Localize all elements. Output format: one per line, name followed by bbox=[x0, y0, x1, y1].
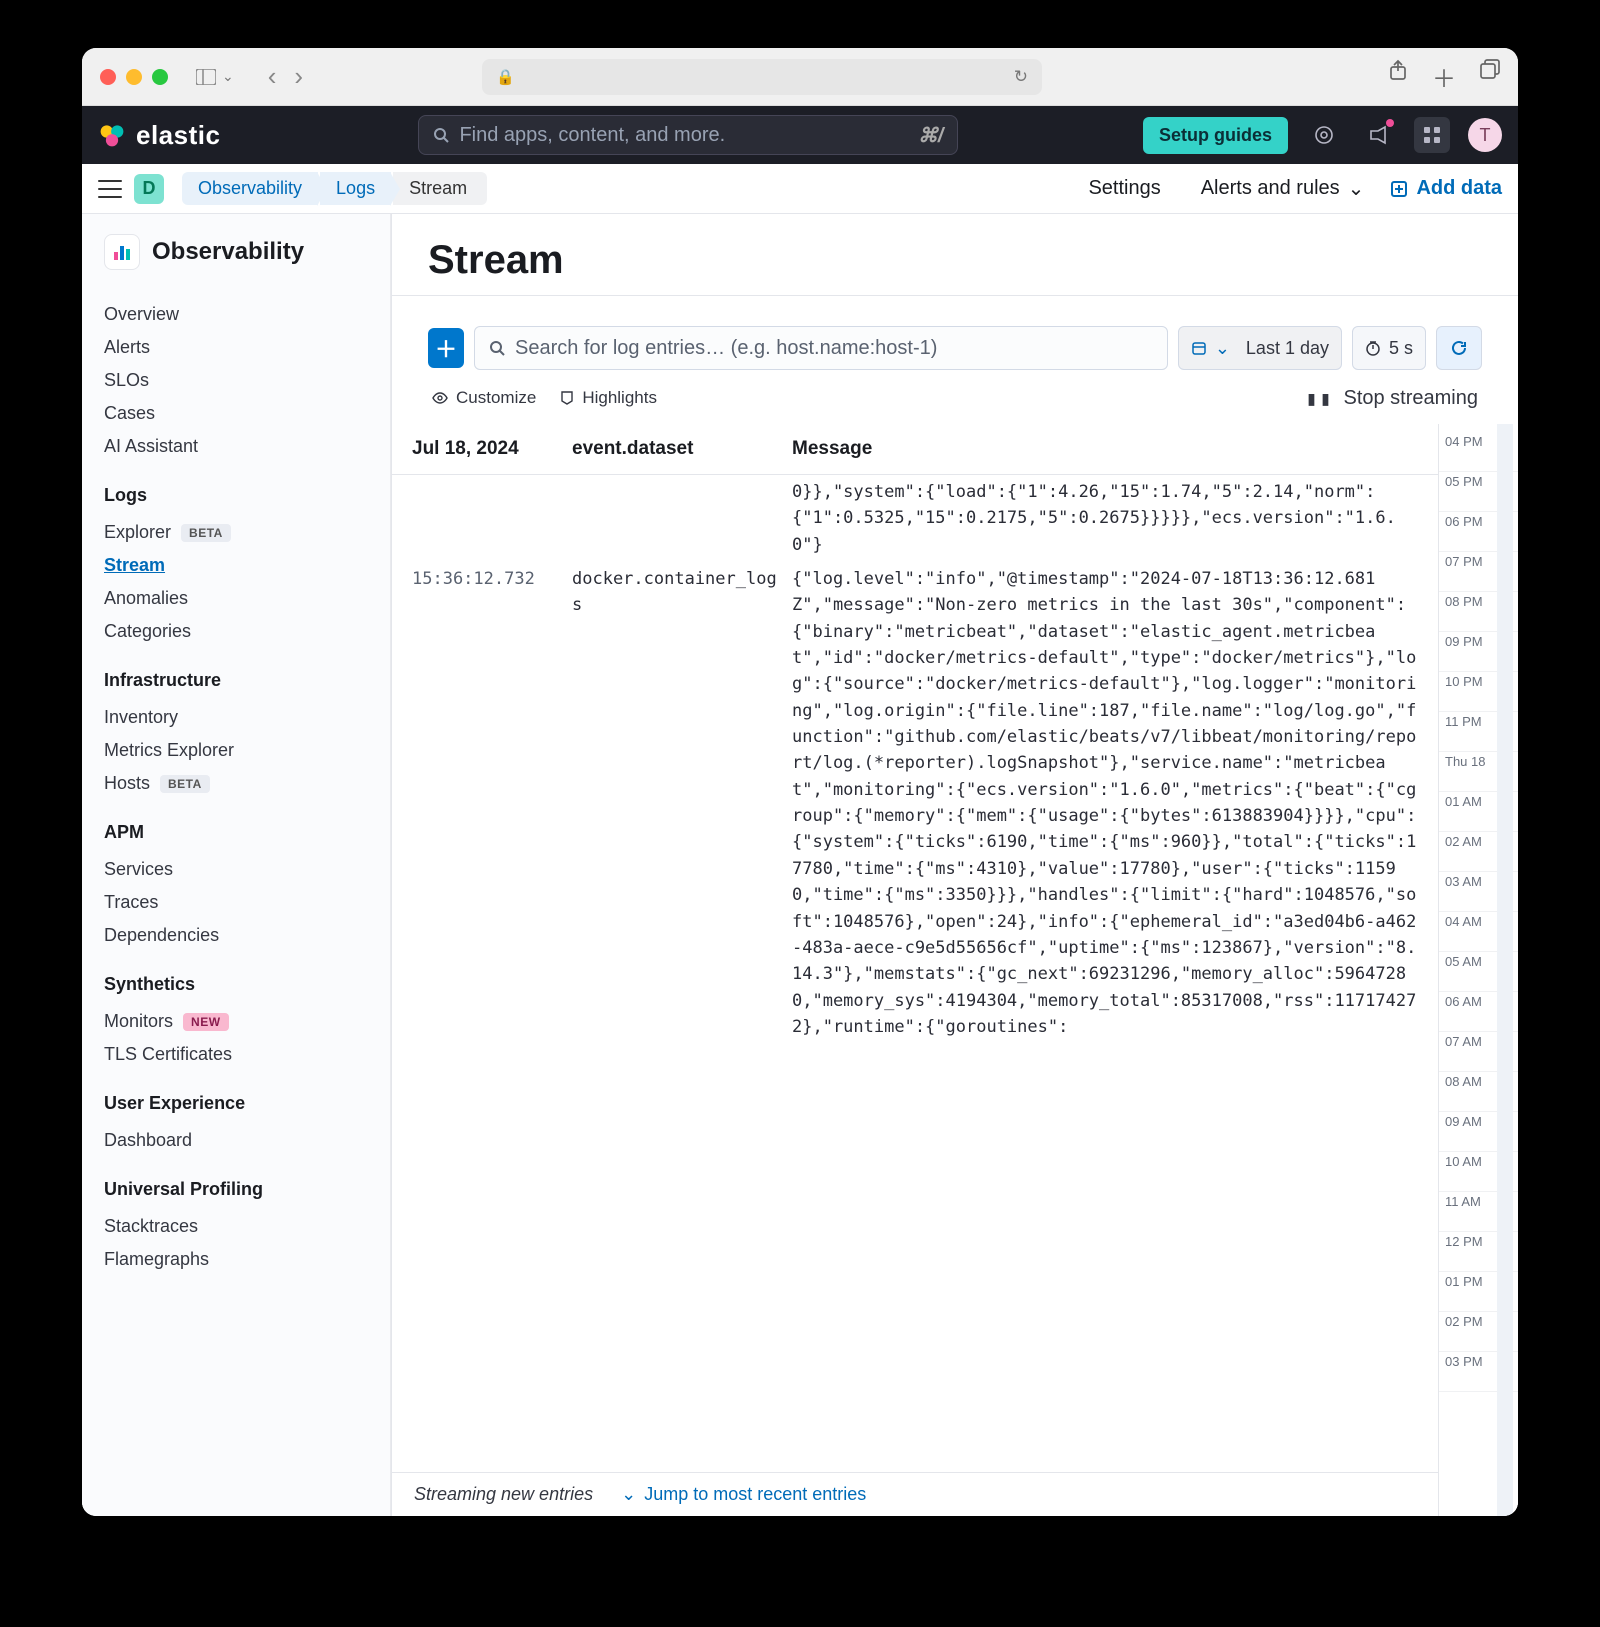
chevron-down-icon: ⌄ bbox=[1348, 176, 1365, 201]
tabs-icon[interactable] bbox=[1480, 59, 1500, 94]
global-search[interactable]: Find apps, content, and more. ⌘/ bbox=[418, 115, 958, 155]
nav-link-inventory[interactable]: Inventory bbox=[104, 701, 368, 734]
nav-link-categories[interactable]: Categories bbox=[104, 615, 368, 648]
app-header: elastic Find apps, content, and more. ⌘/… bbox=[82, 106, 1518, 164]
nav-link-explorer[interactable]: ExplorerBETA bbox=[104, 516, 368, 549]
browser-titlebar: ⌄ ‹ › 🔒 ↻ ＋ bbox=[82, 48, 1518, 106]
customize-button[interactable]: Customize bbox=[432, 388, 536, 408]
user-avatar[interactable]: T bbox=[1468, 118, 1502, 152]
nav-toggle-icon[interactable] bbox=[98, 180, 122, 198]
log-row[interactable]: 15:36:12.732docker.container_logs{"log.l… bbox=[392, 562, 1438, 1044]
nav-link-flamegraphs[interactable]: Flamegraphs bbox=[104, 1243, 368, 1276]
page-title: Stream bbox=[428, 238, 1482, 283]
stop-streaming-button[interactable]: ▮▮ Stop streaming bbox=[1305, 386, 1478, 410]
nav-link-alerts[interactable]: Alerts bbox=[104, 331, 368, 364]
share-icon[interactable] bbox=[1388, 59, 1408, 94]
brand-logo[interactable]: elastic bbox=[98, 120, 220, 151]
window-controls bbox=[100, 69, 168, 85]
nav-link-hosts[interactable]: HostsBETA bbox=[104, 767, 368, 800]
nav-link-stream[interactable]: Stream bbox=[104, 549, 368, 582]
lock-icon: 🔒 bbox=[496, 68, 515, 86]
nav-link-anomalies[interactable]: Anomalies bbox=[104, 582, 368, 615]
calendar-icon bbox=[1191, 340, 1207, 356]
jump-to-recent-link[interactable]: ⌄ Jump to most recent entries bbox=[621, 1484, 866, 1505]
search-icon bbox=[433, 127, 449, 143]
space-selector[interactable]: D bbox=[134, 174, 164, 204]
col-header-message: Message bbox=[792, 438, 1418, 460]
search-icon bbox=[489, 340, 505, 356]
timer-icon bbox=[1365, 340, 1381, 356]
refresh-icon bbox=[1451, 340, 1467, 356]
nav-link-services[interactable]: Services bbox=[104, 853, 368, 886]
badge: BETA bbox=[160, 775, 210, 793]
breadcrumb-bar: D Observability Logs Stream Settings Ale… bbox=[82, 164, 1518, 214]
brand-text: elastic bbox=[136, 120, 220, 151]
date-picker[interactable]: ⌄ Last 1 day bbox=[1178, 326, 1342, 370]
log-table: Jul 18, 2024 event.dataset Message 0}},"… bbox=[392, 424, 1438, 1516]
nav-heading: Logs bbox=[104, 485, 368, 506]
refresh-interval[interactable]: 5 s bbox=[1352, 326, 1426, 370]
search-placeholder: Find apps, content, and more. bbox=[459, 124, 725, 147]
back-icon[interactable]: ‹ bbox=[268, 61, 277, 92]
highlight-icon bbox=[560, 390, 574, 406]
nav-link-tls-certificates[interactable]: TLS Certificates bbox=[104, 1038, 368, 1071]
apps-icon[interactable] bbox=[1414, 117, 1450, 153]
crumb-logs[interactable]: Logs bbox=[320, 172, 391, 205]
chevron-down-icon: ⌄ bbox=[621, 1484, 636, 1505]
nav-heading: User Experience bbox=[104, 1093, 368, 1114]
nav-heading: APM bbox=[104, 822, 368, 843]
highlights-button[interactable]: Highlights bbox=[560, 388, 657, 408]
col-header-date: Jul 18, 2024 bbox=[412, 438, 572, 460]
minimize-window-icon[interactable] bbox=[126, 69, 142, 85]
nav-heading: Universal Profiling bbox=[104, 1179, 368, 1200]
stream-footer: Streaming new entries ⌄ Jump to most rec… bbox=[392, 1472, 1438, 1516]
url-bar[interactable]: 🔒 ↻ bbox=[482, 59, 1042, 95]
crumb-stream: Stream bbox=[393, 172, 487, 205]
chevron-down-icon: ⌄ bbox=[1215, 338, 1230, 359]
add-filter-button[interactable]: ＋ bbox=[428, 328, 464, 368]
new-tab-icon[interactable]: ＋ bbox=[1432, 59, 1456, 94]
nav-link-ai-assistant[interactable]: AI Assistant bbox=[104, 430, 368, 463]
search-shortcut: ⌘/ bbox=[918, 123, 944, 148]
nav-link-dependencies[interactable]: Dependencies bbox=[104, 919, 368, 952]
nav-settings[interactable]: Settings bbox=[1088, 177, 1160, 200]
sidebar-toggle-icon[interactable]: ⌄ bbox=[196, 68, 234, 85]
breadcrumb: Observability Logs Stream bbox=[182, 172, 487, 205]
refresh-button[interactable] bbox=[1436, 326, 1482, 370]
help-icon[interactable] bbox=[1306, 117, 1342, 153]
nav-alerts[interactable]: Alerts and rules⌄ bbox=[1201, 176, 1365, 201]
nav-link-dashboard[interactable]: Dashboard bbox=[104, 1124, 368, 1157]
nav-heading: Synthetics bbox=[104, 974, 368, 995]
nav-link-traces[interactable]: Traces bbox=[104, 886, 368, 919]
badge: NEW bbox=[183, 1013, 229, 1031]
reload-icon[interactable]: ↻ bbox=[1014, 67, 1028, 87]
log-search-input[interactable]: Search for log entries… (e.g. host.name:… bbox=[474, 326, 1168, 370]
eye-icon bbox=[432, 392, 448, 404]
nav-link-stacktraces[interactable]: Stacktraces bbox=[104, 1210, 368, 1243]
badge: BETA bbox=[181, 524, 231, 542]
side-title: Observability bbox=[152, 238, 304, 266]
log-row-continuation[interactable]: 0}},"system":{"load":{"1":4.26,"15":1.74… bbox=[392, 475, 1438, 562]
nav-link-monitors[interactable]: MonitorsNEW bbox=[104, 1005, 368, 1038]
main-content: Stream ＋ Search for log entries… (e.g. h… bbox=[392, 214, 1518, 1516]
maximize-window-icon[interactable] bbox=[152, 69, 168, 85]
close-window-icon[interactable] bbox=[100, 69, 116, 85]
observability-icon bbox=[104, 234, 140, 270]
col-header-dataset: event.dataset bbox=[572, 438, 792, 460]
pause-icon: ▮▮ bbox=[1305, 386, 1333, 410]
news-icon[interactable] bbox=[1360, 117, 1396, 153]
nav-heading: Infrastructure bbox=[104, 670, 368, 691]
streaming-status: Streaming new entries bbox=[414, 1484, 593, 1505]
nav-link-overview[interactable]: Overview bbox=[104, 298, 368, 331]
crumb-observability[interactable]: Observability bbox=[182, 172, 318, 205]
nav-link-metrics-explorer[interactable]: Metrics Explorer bbox=[104, 734, 368, 767]
nav-link-cases[interactable]: Cases bbox=[104, 397, 368, 430]
nav-link-slos[interactable]: SLOs bbox=[104, 364, 368, 397]
add-data-button[interactable]: Add data bbox=[1390, 177, 1502, 200]
time-minimap[interactable]: 04 PM05 PM06 PM07 PM08 PM09 PM10 PM11 PM… bbox=[1438, 424, 1518, 1516]
setup-guides-button[interactable]: Setup guides bbox=[1143, 117, 1288, 154]
forward-icon[interactable]: › bbox=[294, 61, 303, 92]
side-navigation: Observability OverviewAlertsSLOsCasesAI … bbox=[82, 214, 392, 1516]
